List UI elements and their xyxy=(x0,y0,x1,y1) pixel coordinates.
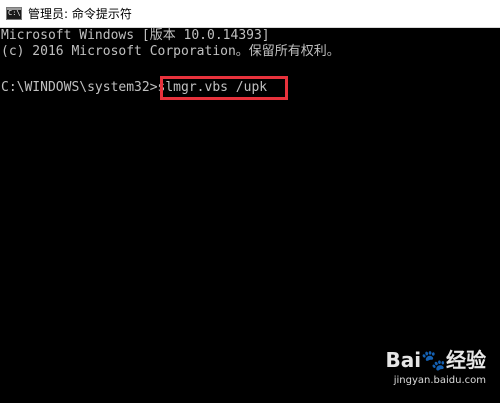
console-line-version: Microsoft Windows [版本 10.0.14393] xyxy=(1,28,270,43)
baidu-jingyan-watermark: Bai🐾经验 jingyan.baidu.com xyxy=(356,347,487,395)
console-line-copyright: (c) 2016 Microsoft Corporation。保留所有权利。 xyxy=(1,44,340,59)
title-bar[interactable]: C:\. 管理员: 命令提示符 xyxy=(0,0,500,28)
command-prompt-icon: C:\. xyxy=(6,7,22,20)
window-title: 管理员: 命令提示符 xyxy=(28,7,132,21)
command-highlight-box xyxy=(160,76,288,100)
watermark-url: jingyan.baidu.com xyxy=(393,375,486,386)
watermark-logo: Bai🐾经验 xyxy=(385,348,487,372)
console-area[interactable]: Microsoft Windows [版本 10.0.14393] (c) 20… xyxy=(0,28,500,403)
